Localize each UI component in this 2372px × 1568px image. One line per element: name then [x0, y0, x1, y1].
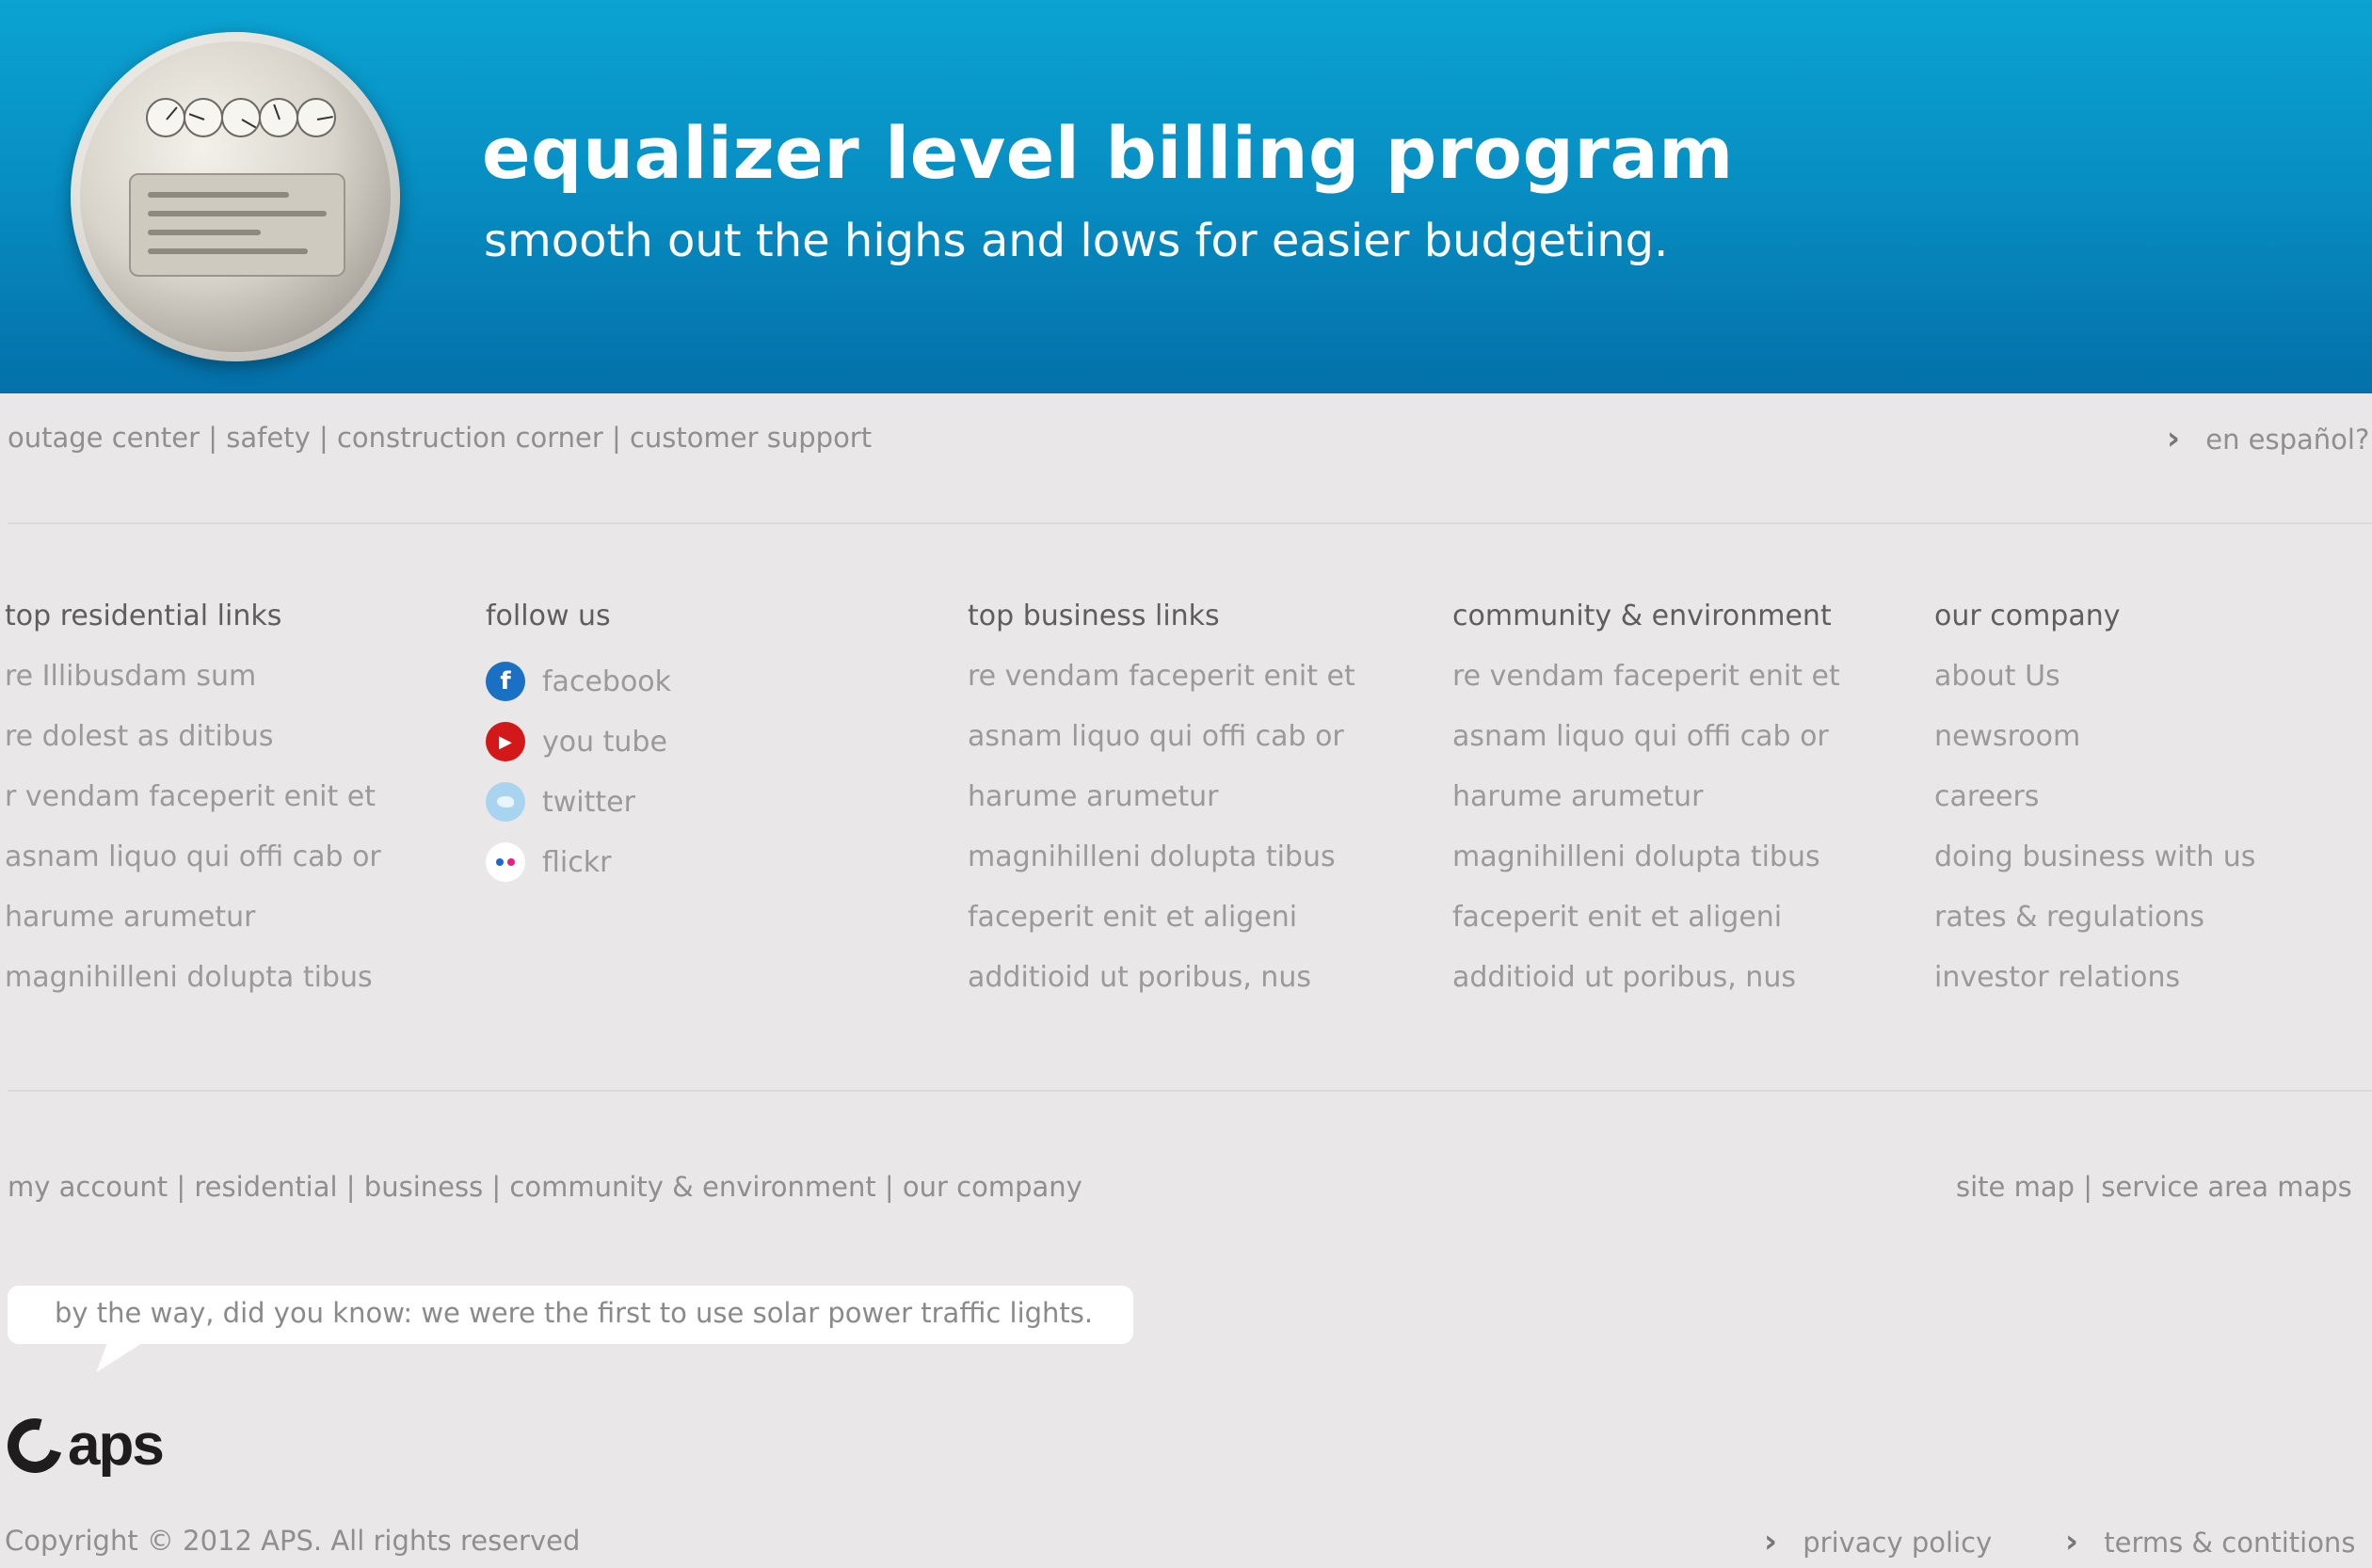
footer-link[interactable]: additioid ut poribus, nus	[1452, 952, 1840, 1013]
chevron-right-icon: ›	[2167, 420, 2181, 457]
footer-link[interactable]: about Us	[1934, 651, 2255, 712]
aps-logo-mark-icon	[0, 1407, 72, 1483]
column-top-residential-links: top residential links re Illibusdam sum …	[5, 591, 381, 1013]
footer-link[interactable]: doing business with us	[1934, 832, 2255, 892]
copyright: Copyright © 2012 APS. All rights reserve…	[5, 1525, 581, 1557]
social-label: twitter	[542, 785, 635, 819]
meter-dial	[221, 98, 261, 137]
nav-link-community-environment[interactable]: community & environment	[509, 1171, 875, 1203]
meter-dial	[259, 98, 298, 137]
column-follow-us: follow us f facebook ▶ you tube twitter …	[486, 591, 671, 892]
footer-link[interactable]: magnihilleni dolupta tibus	[1452, 832, 1840, 892]
footer-link[interactable]: newsroom	[1934, 712, 2255, 772]
nav-link-construction-corner[interactable]: construction corner	[337, 422, 603, 454]
footer-link[interactable]: additioid ut poribus, nus	[968, 952, 1355, 1013]
footer-link[interactable]: re vendam faceperit enit et	[968, 651, 1355, 712]
footer-link[interactable]: harume arumetur	[1452, 772, 1840, 832]
footer-link[interactable]: re dolest as ditibus	[5, 712, 381, 772]
footer-link[interactable]: asnam liquo qui offi cab or	[5, 832, 381, 892]
footer-link[interactable]: asnam liquo qui offi cab or	[968, 712, 1355, 772]
column-heading: top business links	[968, 600, 1220, 632]
youtube-icon: ▶	[486, 722, 525, 761]
footer-link[interactable]: asnam liquo qui offi cab or	[1452, 712, 1840, 772]
footer-link[interactable]: faceperit enit et aligeni	[1452, 892, 1840, 952]
chevron-right-icon: ›	[1764, 1523, 1778, 1560]
nav-link-safety[interactable]: safety	[226, 422, 310, 454]
nav-link-business[interactable]: business	[364, 1171, 483, 1203]
column-top-business-links: top business links re vendam faceperit e…	[968, 591, 1355, 1013]
fun-fact-text: by the way, did you know: we were the fi…	[55, 1297, 1094, 1329]
social-label: flickr	[542, 845, 612, 879]
footer-link[interactable]: careers	[1934, 772, 2255, 832]
column-heading: top residential links	[5, 600, 282, 632]
terms-label: terms & contitions	[2104, 1527, 2356, 1559]
facebook-icon: f	[486, 662, 525, 701]
column-our-company: our company about Us newsroom careers do…	[1934, 591, 2255, 1013]
social-link-flickr[interactable]: flickr	[486, 832, 671, 892]
footer-link[interactable]: re vendam faceperit enit et	[1452, 651, 1840, 712]
fun-fact-bubble: by the way, did you know: we were the fi…	[8, 1286, 1133, 1344]
social-link-facebook[interactable]: f facebook	[486, 651, 671, 712]
social-label: you tube	[542, 725, 667, 759]
nav-link-residential[interactable]: residential	[194, 1171, 337, 1203]
bottom-nav: my account | residential | business | co…	[8, 1171, 1082, 1203]
nav-link-our-company[interactable]: our company	[903, 1171, 1082, 1203]
footer-link[interactable]: r vendam faceperit enit et	[5, 772, 381, 832]
nav-link-customer-support[interactable]: customer support	[630, 422, 872, 454]
privacy-policy-label: privacy policy	[1803, 1527, 1993, 1559]
page: equalizer level billing program smooth o…	[0, 0, 2372, 1568]
page-title: equalizer level billing program	[482, 111, 1734, 195]
divider	[8, 522, 2372, 524]
meter-dial	[184, 98, 223, 137]
language-toggle[interactable]: › en español?	[2167, 420, 2369, 457]
logo-wordmark: aps	[68, 1413, 165, 1478]
footer-link[interactable]: magnihilleni dolupta tibus	[968, 832, 1355, 892]
nav-link-outage-center[interactable]: outage center	[8, 422, 200, 454]
footer-link[interactable]: harume arumetur	[5, 892, 381, 952]
terms-link[interactable]: › terms & contitions	[2065, 1523, 2355, 1560]
page-subtitle: smooth out the highs and lows for easier…	[484, 215, 1669, 267]
divider	[8, 1090, 2372, 1092]
footer-link[interactable]: magnihilleni dolupta tibus	[5, 952, 381, 1013]
social-link-twitter[interactable]: twitter	[486, 772, 671, 832]
flickr-icon	[486, 842, 525, 882]
column-heading: follow us	[486, 600, 611, 632]
nav-link-my-account[interactable]: my account	[8, 1171, 168, 1203]
privacy-policy-link[interactable]: › privacy policy	[1764, 1523, 1992, 1560]
aps-logo[interactable]: aps	[0, 1407, 165, 1483]
column-community-environment: community & environment re vendam facepe…	[1452, 591, 1840, 1013]
footer-link[interactable]: faceperit enit et aligeni	[968, 892, 1355, 952]
utility-nav: outage center | safety | construction co…	[8, 422, 873, 454]
footer-link[interactable]: re Illibusdam sum	[5, 651, 381, 712]
footer-link[interactable]: rates & regulations	[1934, 892, 2255, 952]
nav-link-site-map[interactable]: site map	[1956, 1171, 2075, 1203]
hero-banner: equalizer level billing program smooth o…	[0, 0, 2372, 393]
meter-dials	[146, 98, 336, 149]
social-link-youtube[interactable]: ▶ you tube	[486, 712, 671, 772]
nav-link-service-area-maps[interactable]: service area maps	[2101, 1171, 2352, 1203]
meter-dial	[146, 98, 185, 137]
chevron-right-icon: ›	[2065, 1523, 2079, 1560]
bottom-nav-right: site map | service area maps	[1956, 1171, 2352, 1203]
meter-dial	[296, 98, 336, 137]
social-label: facebook	[542, 664, 672, 698]
electric-meter-image	[71, 32, 400, 361]
twitter-icon	[486, 782, 525, 822]
footer-link[interactable]: investor relations	[1934, 952, 2255, 1013]
column-heading: our company	[1934, 600, 2121, 632]
language-label: en español?	[2205, 424, 2370, 456]
meter-plate	[129, 173, 345, 277]
footer-link[interactable]: harume arumetur	[968, 772, 1355, 832]
column-heading: community & environment	[1452, 600, 1832, 632]
